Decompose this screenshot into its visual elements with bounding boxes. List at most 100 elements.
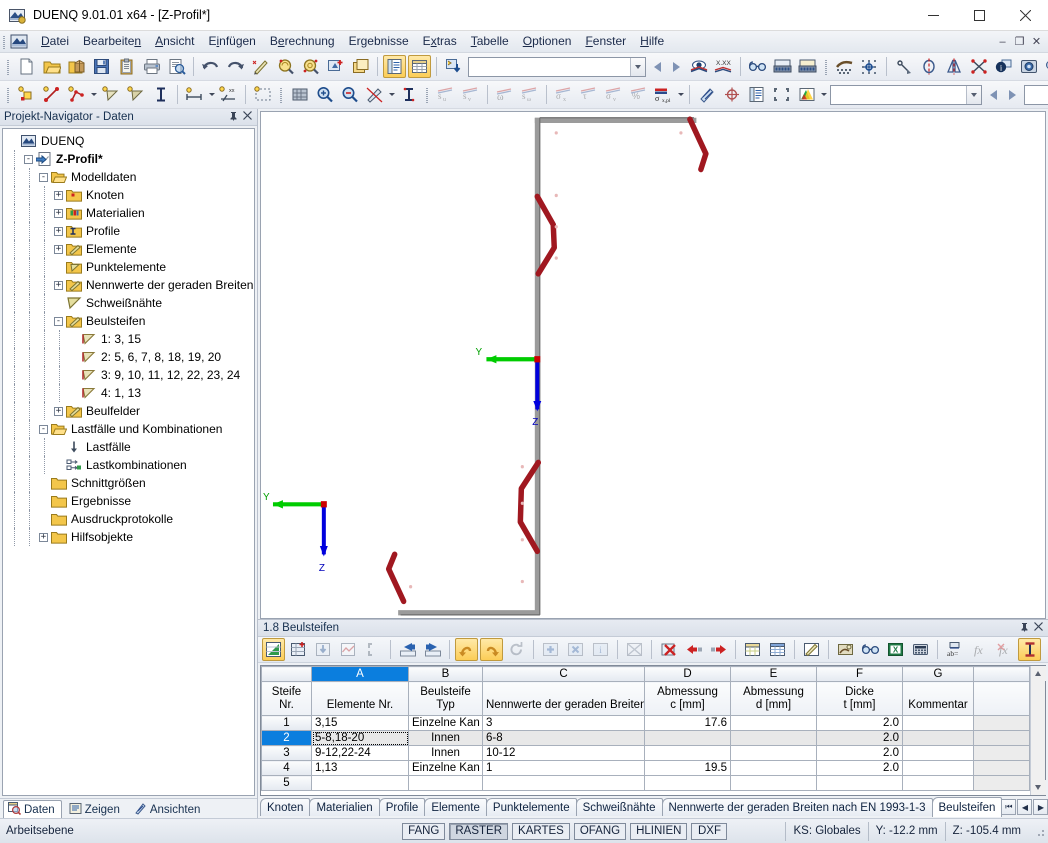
sheet-tab-elemente[interactable]: Elemente (424, 798, 487, 816)
s-omega-icon[interactable]: sω (518, 83, 541, 106)
new-node-icon[interactable] (15, 83, 38, 106)
cell-abmessung-c[interactable] (645, 746, 731, 761)
sheet-tab-schwei-n-hte[interactable]: Schweißnähte (576, 798, 663, 816)
table-chart-icon[interactable] (337, 638, 360, 661)
close-button[interactable] (1002, 0, 1048, 31)
maximize-button[interactable] (956, 0, 1002, 31)
dimension-icon[interactable] (183, 83, 206, 106)
tree-item-1-3-15[interactable]: 1: 3, 15 (3, 330, 254, 348)
cell-beulsteife-typ[interactable]: Einzelne Kan (409, 716, 483, 731)
loadcase-select-combo[interactable] (830, 85, 982, 105)
row-info-icon[interactable]: i (589, 638, 612, 661)
chevron-down-icon[interactable] (966, 86, 981, 104)
cell-extra[interactable] (974, 746, 1030, 761)
tree-item-schnittgr-en[interactable]: Schnittgrößen (3, 474, 254, 492)
settings-gears-icon[interactable] (1042, 55, 1048, 78)
col-letter-g[interactable]: G (903, 667, 974, 682)
next-arrow-icon[interactable] (667, 55, 686, 78)
table-insert-icon[interactable] (287, 638, 310, 661)
expand-icon[interactable]: + (54, 245, 63, 254)
save-icon[interactable] (90, 55, 113, 78)
cell-extra[interactable] (974, 776, 1030, 791)
percent-icon[interactable]: % (627, 83, 650, 106)
fx-icon[interactable]: fx (968, 638, 991, 661)
row-header[interactable]: 2 (262, 731, 312, 746)
mdi-close-button[interactable]: ✕ (1030, 35, 1043, 48)
mdi-minimize-button[interactable]: – (996, 36, 1009, 48)
chevron-down-icon[interactable] (207, 83, 216, 106)
tree-item-2-5-6-7-8-18-19-20[interactable]: 2: 5, 6, 7, 8, 18, 19, 20 (3, 348, 254, 366)
status-flag-hlinien[interactable]: HLINIEN (630, 823, 687, 840)
cell-dicke-t[interactable]: 2.0 (817, 761, 903, 776)
extra-field[interactable] (1024, 85, 1048, 105)
color-scale-icon[interactable] (795, 83, 818, 106)
undo-icon[interactable] (455, 638, 478, 661)
delete-left-icon[interactable] (682, 638, 705, 661)
sigma-v2-icon[interactable]: σv (602, 83, 625, 106)
delete-all-icon[interactable] (657, 638, 680, 661)
cell-beulsteife-typ[interactable]: Einzelne Kan (409, 761, 483, 776)
expand-icon[interactable]: + (54, 407, 63, 416)
cell-abmessung-c[interactable] (645, 731, 731, 746)
calculator-icon[interactable] (909, 638, 932, 661)
show-navigator-icon[interactable] (383, 55, 406, 78)
tree-item-beulfelder[interactable]: +Beulfelder (3, 402, 254, 420)
collapse-icon[interactable]: - (24, 155, 33, 164)
tree-item-nennwerte-der-geraden-breiten[interactable]: +Nennwerte der geraden Breiten (3, 276, 254, 294)
tree-item-lastkombinationen[interactable]: Lastkombinationen (3, 456, 254, 474)
grid-vertical-scrollbar[interactable] (1030, 666, 1045, 795)
collapse-icon[interactable]: - (39, 425, 48, 434)
row-header[interactable]: 4 (262, 761, 312, 776)
sigma-x-icon[interactable]: σx (552, 83, 575, 106)
data-grid-scroll[interactable]: A B C D E F G (261, 666, 1030, 795)
zoom-target-icon[interactable] (299, 55, 322, 78)
excel-export-icon[interactable]: X (884, 638, 907, 661)
zoom-region-icon[interactable] (363, 83, 386, 106)
cell-abmessung-d[interactable] (731, 746, 817, 761)
resize-grip-icon[interactable] (1032, 824, 1046, 838)
tree-item-profile[interactable]: +Profile (3, 222, 254, 240)
menu-extras[interactable]: Extras (416, 32, 464, 51)
mirror-plane-icon[interactable] (942, 55, 965, 78)
col-letter-blank[interactable] (262, 667, 312, 682)
cell-dicke-t[interactable] (817, 776, 903, 791)
redo-icon[interactable] (224, 55, 247, 78)
cell-nennwerte[interactable] (483, 776, 645, 791)
sheet-tab-bar[interactable]: KnotenMaterialienProfileElementePunktele… (258, 796, 1048, 818)
select-add-icon[interactable] (324, 55, 347, 78)
menu-berechnung[interactable]: Berechnung (263, 32, 342, 51)
cell-elemente-nr[interactable]: 5-8,18-20 (312, 731, 409, 746)
zoom-out-icon[interactable] (338, 83, 361, 106)
menu-fenster[interactable]: Fenster (578, 32, 633, 51)
close-icon[interactable] (243, 111, 252, 124)
mdi-restore-button[interactable]: ❐ (1013, 35, 1026, 48)
zoom-in-icon[interactable] (313, 83, 336, 106)
units-icon[interactable] (1018, 638, 1041, 661)
mesh-icon[interactable] (288, 83, 311, 106)
new-element-icon[interactable] (65, 83, 88, 106)
printer-report-icon[interactable] (796, 55, 819, 78)
sigma-v-icon[interactable]: sv (459, 83, 482, 106)
tree-item-elemente[interactable]: +Elemente (3, 240, 254, 258)
cell-dicke-t[interactable]: 2.0 (817, 731, 903, 746)
table-grid-icon[interactable] (766, 638, 789, 661)
print-preview-icon[interactable] (165, 55, 188, 78)
cell-elemente-nr[interactable]: 9-12,22-24 (312, 746, 409, 761)
tree-item-beulsteifen[interactable]: -Beulsteifen (3, 312, 254, 330)
toolbar-grip[interactable] (823, 57, 829, 77)
menu-optionen[interactable]: Optionen (516, 32, 579, 51)
cell-abmessung-d[interactable] (731, 731, 817, 746)
new-point-element-icon[interactable] (99, 83, 122, 106)
table-row[interactable]: 25-8,18-20Innen6-82.0 (262, 731, 1030, 746)
menu-tabelle[interactable]: Tabelle (464, 32, 516, 51)
pin-icon[interactable] (229, 111, 238, 124)
status-flag-kartes[interactable]: KARTES (512, 823, 570, 840)
sheet-tab-materialien[interactable]: Materialien (309, 798, 379, 816)
object-select-combo[interactable] (468, 57, 646, 77)
chevron-down-icon[interactable] (89, 83, 98, 106)
table-results-icon[interactable] (745, 83, 768, 106)
col-letter-b[interactable]: B (409, 667, 483, 682)
xx-value-icon[interactable]: X.XX (712, 55, 735, 78)
cell-nennwerte[interactable]: 6-8 (483, 731, 645, 746)
delete-right-icon[interactable] (707, 638, 730, 661)
